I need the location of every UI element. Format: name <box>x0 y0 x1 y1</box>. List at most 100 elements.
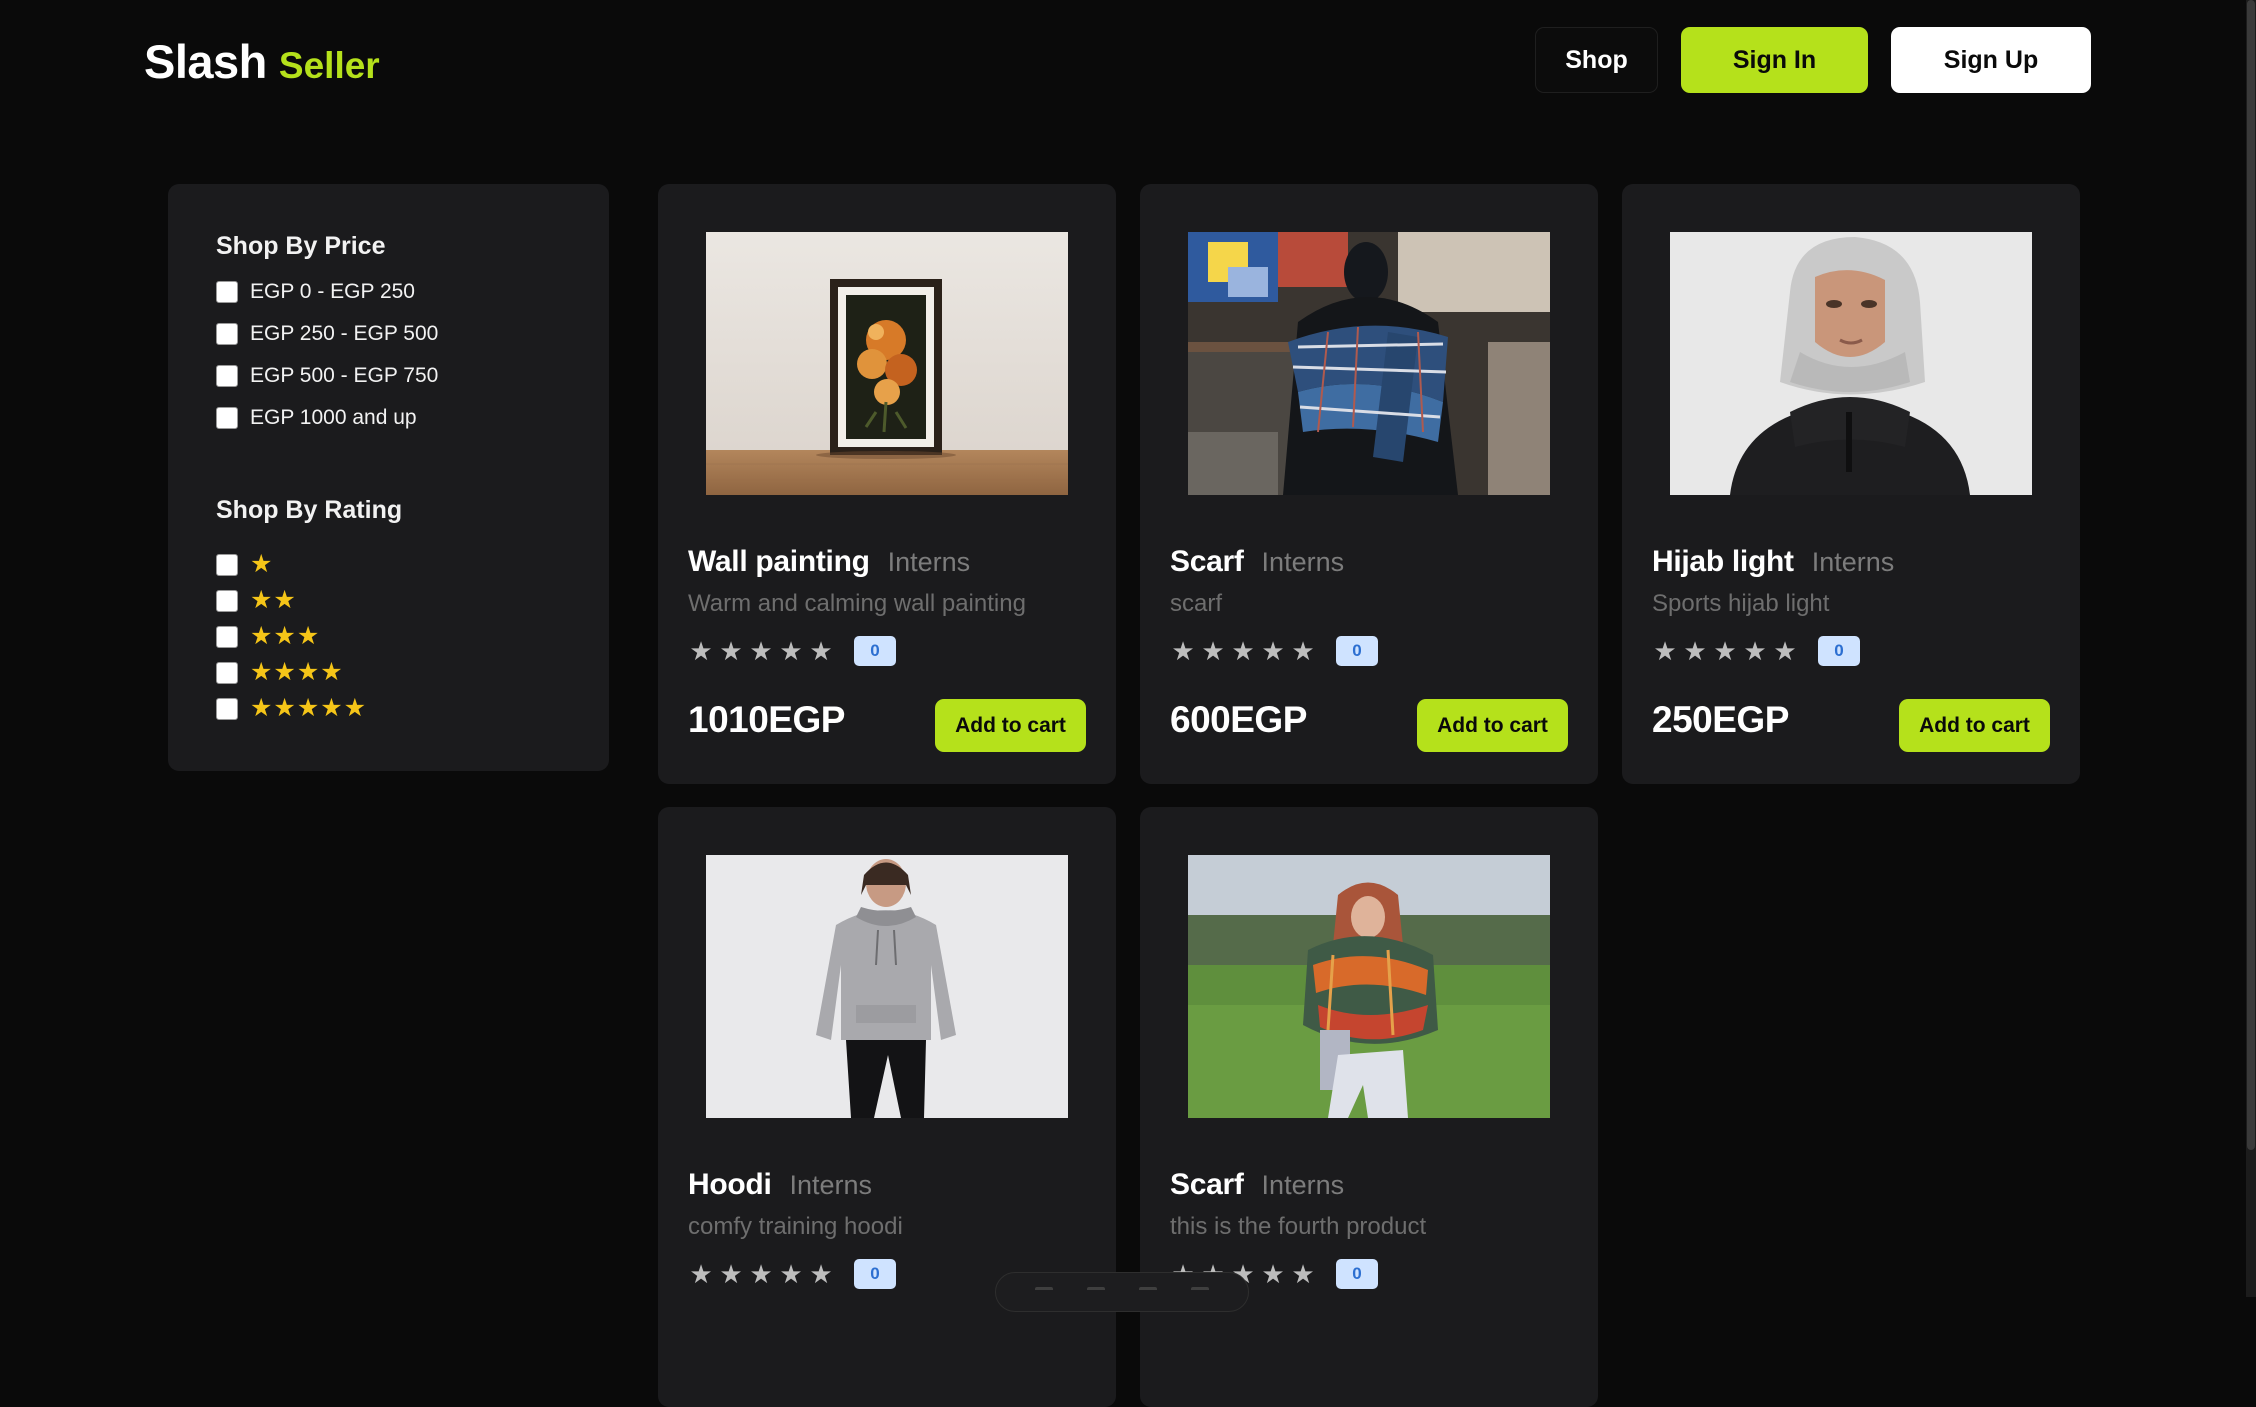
product-name[interactable]: Hijab light <box>1652 545 1794 579</box>
toolbar-icon[interactable] <box>1087 1287 1105 1298</box>
product-card[interactable]: Hijab light Interns Sports hijab light ★… <box>1622 184 2080 784</box>
product-title-row: Scarf Interns <box>1170 545 1344 579</box>
star-icon: ★ <box>719 1259 743 1289</box>
rating-checkbox[interactable] <box>216 553 238 576</box>
star-icon: ★ <box>1291 1259 1315 1289</box>
scrollbar-thumb[interactable] <box>2247 0 2255 1150</box>
product-title-row: Hoodi Interns <box>688 1168 872 1202</box>
product-image[interactable] <box>1670 232 2032 495</box>
product-price: 600EGP <box>1170 699 1307 740</box>
price-checkbox[interactable] <box>216 365 238 387</box>
toolbar-icon[interactable] <box>1139 1287 1157 1298</box>
product-description: scarf <box>1170 590 1223 617</box>
product-card[interactable]: Scarf Interns this is the fourth product… <box>1140 807 1598 1407</box>
rating-filter-title: Shop By Rating <box>216 496 403 524</box>
product-rating: ★ ★ ★ ★ ★ 0 <box>1652 636 1860 666</box>
star-icon: ★ <box>1231 636 1255 666</box>
rating-count-badge: 0 <box>854 636 896 666</box>
rating-filter-option[interactable]: ★★★ <box>216 624 320 649</box>
product-seller: Interns <box>887 547 971 577</box>
product-price: 250EGP <box>1652 699 1789 740</box>
star-icon: ★ <box>1713 636 1737 666</box>
star-icon: ★ <box>1261 1259 1285 1289</box>
product-seller: Interns <box>1261 1170 1345 1200</box>
star-icon: ★ <box>1773 636 1797 666</box>
star-icon: ★ <box>749 1259 773 1289</box>
rating-count-badge: 0 <box>1336 636 1378 666</box>
product-title-row: Scarf Interns <box>1170 1168 1344 1202</box>
logo-main-text: Slash <box>144 35 267 88</box>
product-seller: Interns <box>1261 547 1345 577</box>
product-image[interactable] <box>706 855 1068 1118</box>
price-filter-option[interactable]: EGP 0 - EGP 250 <box>216 280 415 304</box>
product-image[interactable] <box>1188 855 1550 1118</box>
product-title-row: Hijab light Interns <box>1652 545 1894 579</box>
rating-filter-option[interactable]: ★★★★★ <box>216 696 367 721</box>
rating-stars-icon: ★★★★ <box>250 658 344 686</box>
rating-filter-option[interactable]: ★ <box>216 552 273 577</box>
floating-toolbar[interactable] <box>995 1272 1249 1312</box>
price-checkbox[interactable] <box>216 281 238 303</box>
logo-accent-text: Seller <box>278 45 380 86</box>
rating-count-badge: 0 <box>1818 636 1860 666</box>
star-icon: ★ <box>1743 636 1767 666</box>
sign-in-button[interactable]: Sign In <box>1681 27 1868 93</box>
rating-stars-icon: ★★★★★ <box>250 694 368 722</box>
rating-count-badge: 0 <box>1336 1259 1378 1289</box>
product-name[interactable]: Scarf <box>1170 1168 1244 1202</box>
add-to-cart-button[interactable]: Add to cart <box>1417 699 1568 752</box>
product-title-row: Wall painting Interns <box>688 545 970 579</box>
star-icon: ★ <box>779 636 803 666</box>
star-icon: ★ <box>809 1259 833 1289</box>
sign-up-button[interactable]: Sign Up <box>1891 27 2091 93</box>
product-image[interactable] <box>1188 232 1550 495</box>
star-icon: ★ <box>689 1259 713 1289</box>
product-image[interactable] <box>706 232 1068 495</box>
price-option-label: EGP 1000 and up <box>250 406 417 429</box>
product-name[interactable]: Wall painting <box>688 545 870 579</box>
toolbar-icon[interactable] <box>1035 1287 1053 1298</box>
star-icon: ★ <box>1653 636 1677 666</box>
rating-checkbox[interactable] <box>216 589 238 612</box>
rating-checkbox[interactable] <box>216 625 238 648</box>
product-description: Sports hijab light <box>1652 590 1830 617</box>
page-scrollbar[interactable] <box>2246 0 2256 1297</box>
rating-filter-option[interactable]: ★★★★ <box>216 660 344 685</box>
product-name[interactable]: Scarf <box>1170 545 1244 579</box>
price-option-label: EGP 500 - EGP 750 <box>250 364 439 387</box>
product-card[interactable]: Wall painting Interns Warm and calming w… <box>658 184 1116 784</box>
toolbar-icon[interactable] <box>1191 1287 1209 1298</box>
star-icon: ★ <box>749 636 773 666</box>
price-filter-option[interactable]: EGP 500 - EGP 750 <box>216 364 438 388</box>
product-rating: ★ ★ ★ ★ ★ 0 <box>1170 636 1378 666</box>
product-rating: ★ ★ ★ ★ ★ 0 <box>688 1259 896 1289</box>
price-checkbox[interactable] <box>216 407 238 429</box>
product-description: Warm and calming wall painting <box>688 590 1026 617</box>
price-option-label: EGP 0 - EGP 250 <box>250 280 415 303</box>
rating-checkbox[interactable] <box>216 697 238 720</box>
price-checkbox[interactable] <box>216 323 238 345</box>
product-description: this is the fourth product <box>1170 1213 1427 1240</box>
price-filter-option[interactable]: EGP 1000 and up <box>216 406 417 430</box>
rating-stars-icon: ★★ <box>250 586 297 614</box>
product-description: comfy training hoodi <box>688 1213 903 1240</box>
star-icon: ★ <box>689 636 713 666</box>
brand-logo[interactable]: Slash Seller <box>144 34 380 89</box>
product-name[interactable]: Hoodi <box>688 1168 772 1202</box>
shop-button[interactable]: Shop <box>1535 27 1658 93</box>
product-card[interactable]: Scarf Interns scarf ★ ★ ★ ★ ★ 0 600EGP A… <box>1140 184 1598 784</box>
filter-sidebar: Shop By Price EGP 0 - EGP 250 EGP 250 - … <box>168 184 609 771</box>
star-icon: ★ <box>1683 636 1707 666</box>
star-icon: ★ <box>1261 636 1285 666</box>
product-rating: ★ ★ ★ ★ ★ 0 <box>688 636 896 666</box>
add-to-cart-button[interactable]: Add to cart <box>935 699 1086 752</box>
product-seller: Interns <box>1811 547 1895 577</box>
star-icon: ★ <box>1171 636 1195 666</box>
price-filter-option[interactable]: EGP 250 - EGP 500 <box>216 322 438 346</box>
add-to-cart-button[interactable]: Add to cart <box>1899 699 2050 752</box>
rating-filter-option[interactable]: ★★ <box>216 588 297 613</box>
product-card[interactable]: Hoodi Interns comfy training hoodi ★ ★ ★… <box>658 807 1116 1407</box>
rating-checkbox[interactable] <box>216 661 238 684</box>
star-icon: ★ <box>1291 636 1315 666</box>
star-icon: ★ <box>719 636 743 666</box>
